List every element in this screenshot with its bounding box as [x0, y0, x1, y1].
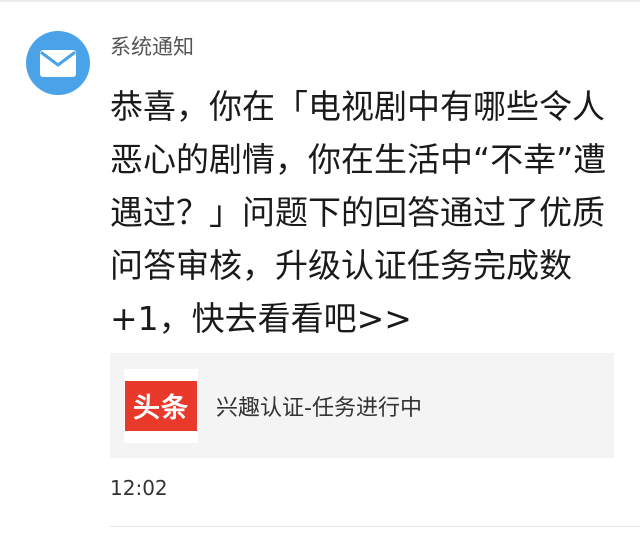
toutiao-logo: 头条 [125, 380, 197, 431]
notification-message[interactable]: 恭喜，你在「电视剧中有哪些令人恶心的剧情，你在生活中“不幸”遭遇过？」问题下的回… [110, 80, 615, 345]
mail-icon [40, 49, 76, 77]
link-card[interactable]: 头条 兴趣认证-任务进行中 [110, 353, 614, 458]
timestamp: 12:02 [110, 476, 168, 500]
avatar[interactable] [26, 31, 90, 95]
card-logo: 头条 [124, 368, 198, 443]
bottom-divider [110, 526, 640, 527]
card-title: 兴趣认证-任务进行中 [216, 395, 422, 421]
sender-name: 系统通知 [110, 35, 194, 59]
top-divider [0, 0, 640, 2]
